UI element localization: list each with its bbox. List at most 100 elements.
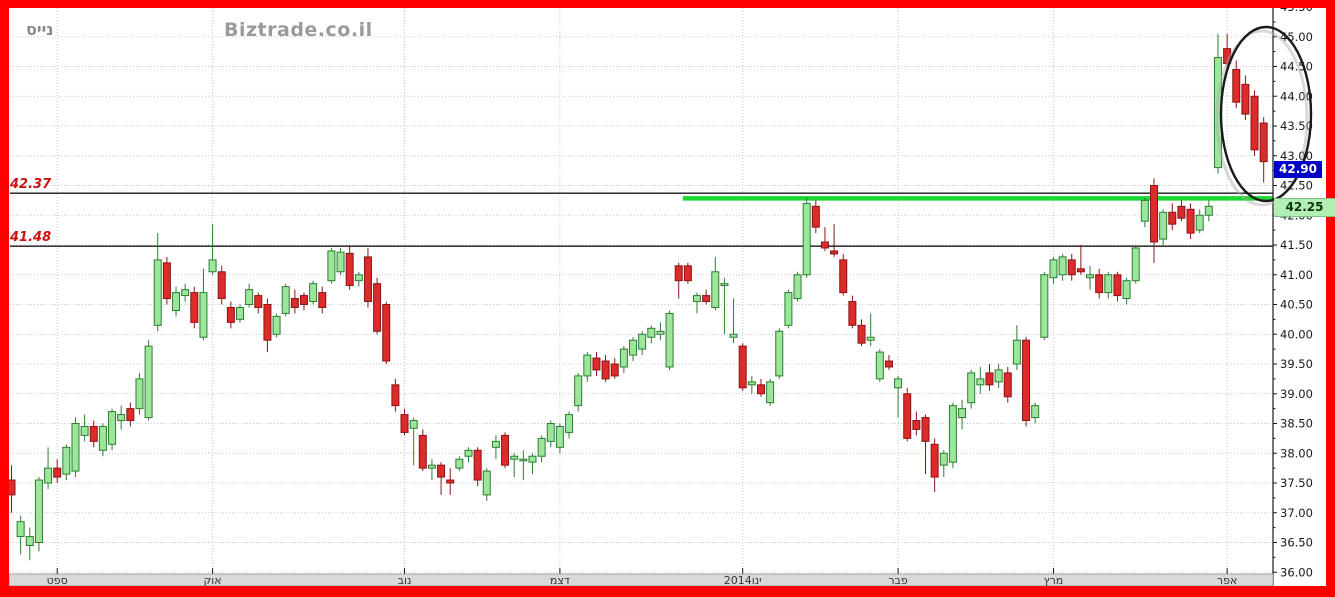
candlestick-down — [163, 263, 170, 299]
candlestick-up — [1205, 206, 1212, 215]
y-axis-tick-label: 38.50 — [1280, 417, 1313, 431]
y-axis-tick-label: 40.50 — [1280, 298, 1313, 312]
support-price-tag: 42.25 — [1274, 198, 1335, 217]
candlestick-down — [1242, 84, 1249, 114]
candlestick-up — [200, 293, 207, 338]
candlestick-up — [520, 459, 527, 461]
candlestick-up — [630, 340, 637, 355]
candlestick-down — [913, 421, 920, 430]
candlestick-down — [684, 266, 691, 281]
candlestick-down — [840, 260, 847, 293]
candlestick-down — [191, 293, 198, 323]
candlestick-up — [876, 352, 883, 379]
candlestick-up — [483, 471, 490, 495]
candlestick-up — [803, 203, 810, 274]
candlestick-down — [319, 293, 326, 308]
candlestick-down — [1251, 96, 1258, 150]
y-axis-tick-label: 40.00 — [1280, 327, 1313, 341]
y-axis-tick-label: 37.00 — [1280, 506, 1313, 520]
candlestick-down — [831, 251, 838, 254]
candlestick-up — [337, 252, 344, 272]
candlestick-down — [392, 385, 399, 406]
y-axis-tick-label: 39.50 — [1280, 357, 1313, 371]
candlestick-up — [1160, 212, 1167, 239]
candlestick-down — [474, 450, 481, 480]
candlestick-down — [1114, 275, 1121, 296]
candlestick-up — [465, 450, 472, 456]
resistance-level-label-lower: 41.48 — [10, 230, 51, 245]
candlestick-up — [648, 328, 655, 337]
candlestick-up — [246, 290, 253, 305]
candlestick-down — [8, 480, 15, 495]
candlestick-up — [995, 370, 1002, 382]
candlestick-up — [785, 293, 792, 326]
candlestick-up — [1087, 275, 1094, 278]
candlestick-up — [237, 307, 244, 319]
candlestick-up — [730, 334, 737, 337]
candlestick-up — [556, 426, 563, 447]
candlestick-up — [35, 480, 42, 542]
red-frame-left — [0, 0, 9, 597]
candlestick-down — [1068, 260, 1075, 275]
red-frame-bottom — [0, 586, 1335, 597]
candlestick-down — [1178, 206, 1185, 218]
candlestick-up — [940, 453, 947, 465]
candlestick-down — [904, 394, 911, 439]
candlestick-down — [593, 358, 600, 370]
candlestick-up — [118, 415, 125, 421]
candlestick-up — [538, 438, 545, 456]
instrument-name: נייס — [26, 20, 54, 39]
candlestick-up — [639, 334, 646, 349]
candlestick-up — [136, 379, 143, 409]
candlestick-down — [255, 296, 262, 308]
candlestick-up — [748, 382, 755, 385]
candlestick-down — [264, 305, 271, 341]
x-axis-bar — [9, 574, 1273, 586]
candlestick-up — [968, 373, 975, 403]
candlestick-up — [511, 456, 518, 459]
candlestick-up — [895, 379, 902, 388]
red-frame-top — [0, 0, 1335, 8]
candlestick-down — [812, 206, 819, 227]
candlestick-up — [721, 284, 728, 286]
candlestick-up — [547, 424, 554, 442]
candlestick-down — [602, 361, 609, 379]
y-axis-tick-label: 44.00 — [1280, 89, 1313, 103]
candlestick-down — [54, 468, 61, 477]
candlestick-up — [410, 421, 417, 429]
candlestick-up — [63, 447, 70, 474]
candlestick-up — [145, 346, 152, 417]
candlestick-up — [173, 293, 180, 311]
candlestick-down — [1151, 186, 1158, 243]
last-price-tag: 42.90 — [1274, 161, 1322, 178]
candlestick-down — [703, 296, 710, 302]
y-axis-tick-label: 36.00 — [1280, 565, 1313, 579]
candlestick-up — [1013, 340, 1020, 364]
candlestick-down — [739, 346, 746, 388]
candlestick-down — [291, 299, 298, 308]
y-axis-tick-label: 38.00 — [1280, 446, 1313, 460]
candlestick-up — [1123, 281, 1130, 299]
candlestick-down — [383, 305, 390, 362]
candlestick-up — [1032, 406, 1039, 418]
candlestick-up — [99, 426, 106, 450]
candlestick-down — [821, 242, 828, 248]
candlestick-down — [986, 373, 993, 385]
candlestick-chart[interactable]: 36.0036.5037.0037.5038.0038.5039.0039.50… — [0, 0, 1335, 597]
candlestick-up — [575, 376, 582, 406]
candlestick-down — [611, 364, 618, 376]
candlestick-up — [1050, 260, 1057, 278]
candlestick-up — [355, 275, 362, 281]
candlestick-down — [300, 296, 307, 305]
candlestick-down — [858, 325, 865, 343]
candlestick-down — [1077, 269, 1084, 272]
candlestick-up — [209, 260, 216, 272]
candlestick-down — [922, 418, 929, 442]
candlestick-up — [977, 379, 984, 385]
candlestick-down — [1187, 209, 1194, 233]
candlestick-down — [1169, 212, 1176, 224]
candlestick-up — [1196, 215, 1203, 230]
candlestick-up — [310, 284, 317, 302]
candlestick-up — [428, 465, 435, 468]
y-axis-tick-label: 41.50 — [1280, 238, 1313, 252]
